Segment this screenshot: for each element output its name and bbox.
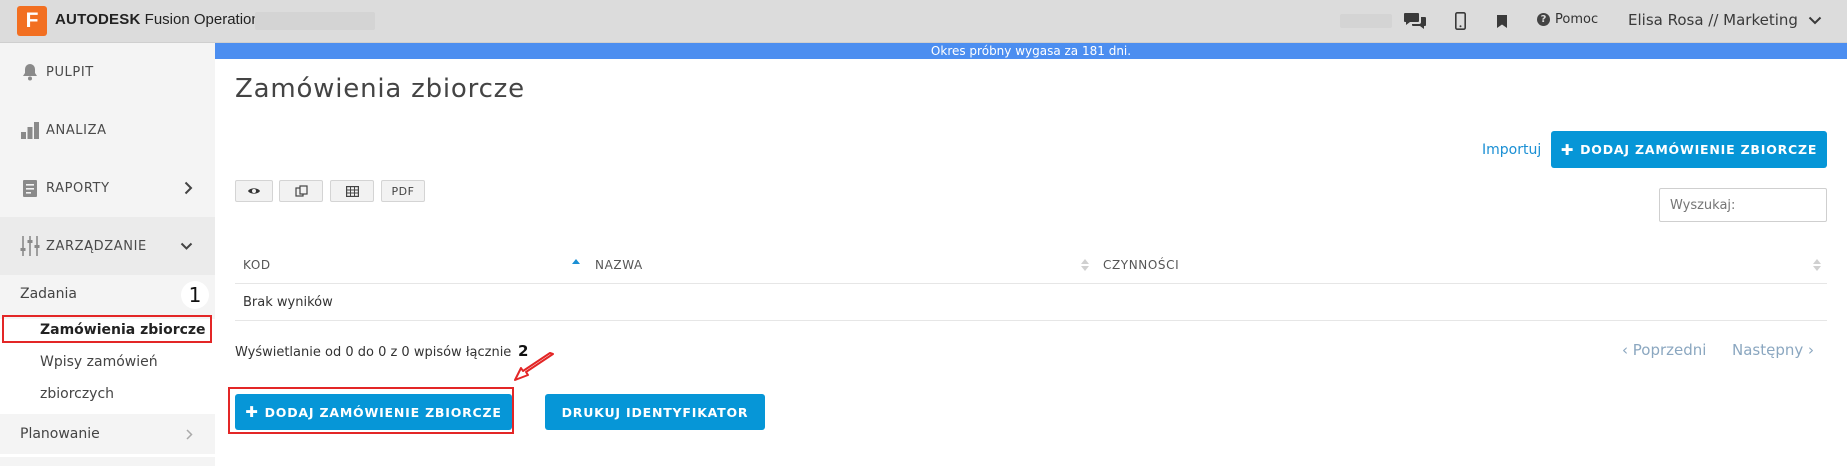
sort-icon[interactable] bbox=[1812, 257, 1822, 273]
export-pdf-button[interactable]: PDF bbox=[381, 180, 425, 202]
page-title: Zamówienia zbiorcze bbox=[235, 74, 525, 104]
topbar-placeholder bbox=[1340, 14, 1392, 28]
help-icon: ? bbox=[1537, 13, 1550, 26]
annotation-step-1: 1 bbox=[181, 281, 209, 309]
user-menu[interactable]: Elisa Rosa // Marketing bbox=[1628, 11, 1822, 29]
report-icon bbox=[20, 176, 44, 200]
submenu-item-wpisy-line1[interactable]: Wpisy zamówień bbox=[40, 354, 158, 370]
trial-banner: Okres próbny wygasa za 181 dni. bbox=[215, 43, 1847, 59]
submenu-item-wpisy-line2[interactable]: zbiorczych bbox=[40, 386, 114, 402]
column-header-kod[interactable]: KOD bbox=[243, 258, 271, 272]
sort-icon[interactable] bbox=[1080, 257, 1090, 273]
export-excel-button[interactable] bbox=[330, 180, 374, 202]
copy-icon bbox=[294, 185, 308, 197]
table-row-divider bbox=[235, 320, 1827, 321]
sidebar-item-label: ZARZĄDZANIE bbox=[46, 238, 147, 254]
chevron-right-icon bbox=[184, 181, 193, 195]
eye-icon bbox=[248, 188, 260, 194]
sidebar-item-zarzadzanie[interactable]: ZARZĄDZANIE bbox=[0, 217, 215, 275]
submenu-header-zadania[interactable]: Zadania bbox=[20, 286, 77, 302]
pagination-previous[interactable]: ‹ Poprzedni bbox=[1622, 341, 1706, 359]
print-badge-button[interactable]: DRUKUJ IDENTYFIKATOR bbox=[545, 394, 765, 430]
help-link[interactable]: ? Pomoc bbox=[1537, 12, 1598, 27]
column-header-nazwa[interactable]: NAZWA bbox=[595, 258, 643, 272]
import-link[interactable]: Importuj bbox=[1482, 142, 1541, 158]
toggle-columns-button[interactable] bbox=[235, 180, 273, 202]
brand-product: Fusion Operations bbox=[144, 11, 268, 28]
empty-table-message: Brak wyników bbox=[243, 295, 333, 310]
sidebar-item-analiza[interactable]: ANALIZA bbox=[0, 101, 215, 159]
help-label: Pomoc bbox=[1555, 12, 1599, 27]
sidebar-item-label: Planowanie bbox=[20, 426, 100, 442]
annotation-arrow-icon bbox=[514, 352, 554, 381]
app-logo[interactable]: F bbox=[17, 6, 47, 36]
copy-button[interactable] bbox=[279, 180, 323, 202]
sidebar-item-label: PULPIT bbox=[46, 64, 94, 80]
bar-chart-icon bbox=[20, 118, 44, 142]
annotation-highlight-add-button bbox=[228, 387, 514, 434]
sidebar-item-label: ANALIZA bbox=[46, 122, 107, 138]
bookmark-icon[interactable] bbox=[1496, 10, 1508, 32]
sidebar-item-label: RAPORTY bbox=[46, 180, 110, 196]
mobile-icon[interactable] bbox=[1453, 10, 1467, 32]
add-bulk-order-button-top[interactable]: ✚ DODAJ ZAMÓWIENIE ZBIORCZE bbox=[1551, 131, 1827, 168]
button-label: DODAJ ZAMÓWIENIE ZBIORCZE bbox=[1580, 142, 1818, 157]
plus-icon: ✚ bbox=[1560, 140, 1575, 159]
table-icon bbox=[345, 185, 359, 197]
global-search-placeholder[interactable] bbox=[255, 12, 375, 30]
sliders-icon bbox=[20, 234, 44, 258]
table-info: Wyświetlanie od 0 do 0 z 0 wpisów łączni… bbox=[235, 345, 512, 360]
sidebar-item-planowanie[interactable]: Planowanie bbox=[0, 414, 215, 454]
chevron-down-icon bbox=[1808, 16, 1822, 24]
bell-icon bbox=[20, 60, 44, 84]
search-input[interactable] bbox=[1659, 188, 1827, 222]
table-header-divider bbox=[235, 283, 1827, 284]
sidebar-item-raporty[interactable]: RAPORTY bbox=[0, 159, 215, 217]
annotation-highlight-submenu bbox=[2, 315, 212, 343]
button-label: DRUKUJ IDENTYFIKATOR bbox=[561, 404, 749, 420]
sidebar: PULPIT ANALIZA RAPORTY ZARZĄDZANIE Zadan… bbox=[0, 43, 215, 466]
chat-icon[interactable] bbox=[1402, 10, 1428, 32]
user-label: Elisa Rosa // Marketing bbox=[1628, 11, 1798, 29]
pagination-next[interactable]: Następny › bbox=[1732, 341, 1814, 359]
sort-asc-icon[interactable] bbox=[571, 257, 581, 273]
chevron-down-icon bbox=[180, 242, 193, 250]
brand-bold: AUTODESK bbox=[55, 11, 141, 28]
column-header-czynnosci[interactable]: CZYNNOŚCI bbox=[1103, 258, 1179, 272]
brand-name: AUTODESK Fusion Operations bbox=[55, 11, 267, 28]
top-bar: F AUTODESK Fusion Operations ? Pomoc Eli… bbox=[0, 0, 1847, 43]
sidebar-item-pulpit[interactable]: PULPIT bbox=[0, 43, 215, 101]
chevron-right-icon bbox=[186, 429, 193, 440]
